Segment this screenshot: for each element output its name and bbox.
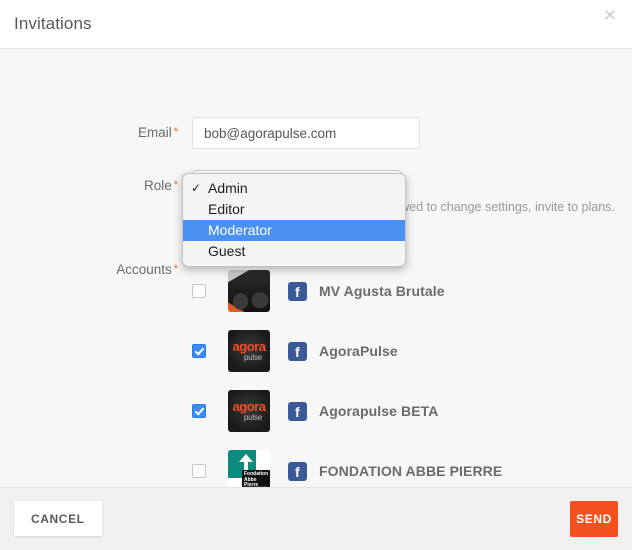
role-option-admin[interactable]: Admin bbox=[183, 178, 405, 199]
email-row: Email * bbox=[100, 117, 420, 149]
email-label-text: Email bbox=[137, 125, 172, 140]
email-required-marker: * bbox=[173, 126, 178, 138]
accounts-row: Accounts * bbox=[100, 254, 178, 277]
page-title: Invitations bbox=[14, 14, 92, 33]
send-button[interactable]: SEND bbox=[570, 501, 618, 537]
facebook-icon: f bbox=[288, 281, 307, 301]
avatar bbox=[228, 270, 270, 312]
role-option-moderator[interactable]: Moderator bbox=[183, 220, 405, 241]
agora-logo-line2: pulse bbox=[243, 352, 263, 362]
account-name: Agorapulse BETA bbox=[319, 403, 439, 419]
modal-header: Invitations ✕ bbox=[0, 0, 632, 49]
account-name: FONDATION ABBE PIERRE bbox=[319, 463, 503, 479]
account-name: AgoraPulse bbox=[319, 343, 398, 359]
list-item[interactable]: f MV Agusta Brutale bbox=[192, 261, 632, 321]
agora-logo-line2: pulse bbox=[243, 412, 263, 422]
agora-logo-line1: agora bbox=[232, 338, 266, 354]
accounts-label: Accounts * bbox=[100, 254, 178, 277]
account-name: MV Agusta Brutale bbox=[319, 283, 445, 299]
role-label-text: Role bbox=[143, 178, 172, 193]
list-item[interactable]: agora pulse f Agorapulse BETA bbox=[192, 381, 632, 441]
agora-logo-line1: agora bbox=[232, 398, 266, 414]
invitations-modal: Invitations ✕ Email* Role* bbox=[0, 0, 632, 550]
avatar: agora pulse bbox=[228, 330, 270, 372]
accounts-list: f MV Agusta Brutale agora pulse f AgoraP… bbox=[192, 261, 632, 487]
account-checkbox[interactable] bbox=[192, 284, 206, 298]
modal-footer: CANCEL SEND bbox=[0, 487, 632, 550]
role-option-guest[interactable]: Guest bbox=[183, 241, 405, 262]
email-label: Email * bbox=[100, 117, 178, 140]
modal-body: Email* Role* only one allowed to change … bbox=[0, 49, 632, 487]
email-field[interactable] bbox=[192, 117, 420, 149]
role-label: Role * bbox=[100, 170, 178, 193]
account-checkbox[interactable] bbox=[192, 404, 206, 418]
accounts-required-marker: * bbox=[173, 263, 178, 275]
role-option-editor[interactable]: Editor bbox=[183, 199, 405, 220]
role-required-marker: * bbox=[173, 179, 178, 191]
list-item[interactable]: agora pulse f AgoraPulse bbox=[192, 321, 632, 381]
facebook-icon: f bbox=[288, 401, 307, 421]
list-item[interactable]: Fondation Abbe Pierre pour le logement d… bbox=[192, 441, 632, 487]
facebook-icon: f bbox=[288, 461, 307, 481]
close-icon[interactable]: ✕ bbox=[600, 6, 620, 26]
role-dropdown-menu[interactable]: Admin Editor Moderator Guest bbox=[182, 173, 406, 267]
accounts-label-text: Accounts bbox=[116, 262, 172, 277]
cancel-button[interactable]: CANCEL bbox=[14, 501, 102, 536]
account-checkbox[interactable] bbox=[192, 344, 206, 358]
facebook-icon: f bbox=[288, 341, 307, 361]
account-checkbox[interactable] bbox=[192, 464, 206, 478]
avatar: agora pulse bbox=[228, 390, 270, 432]
avatar: Fondation Abbe Pierre pour le logement d… bbox=[228, 450, 270, 487]
